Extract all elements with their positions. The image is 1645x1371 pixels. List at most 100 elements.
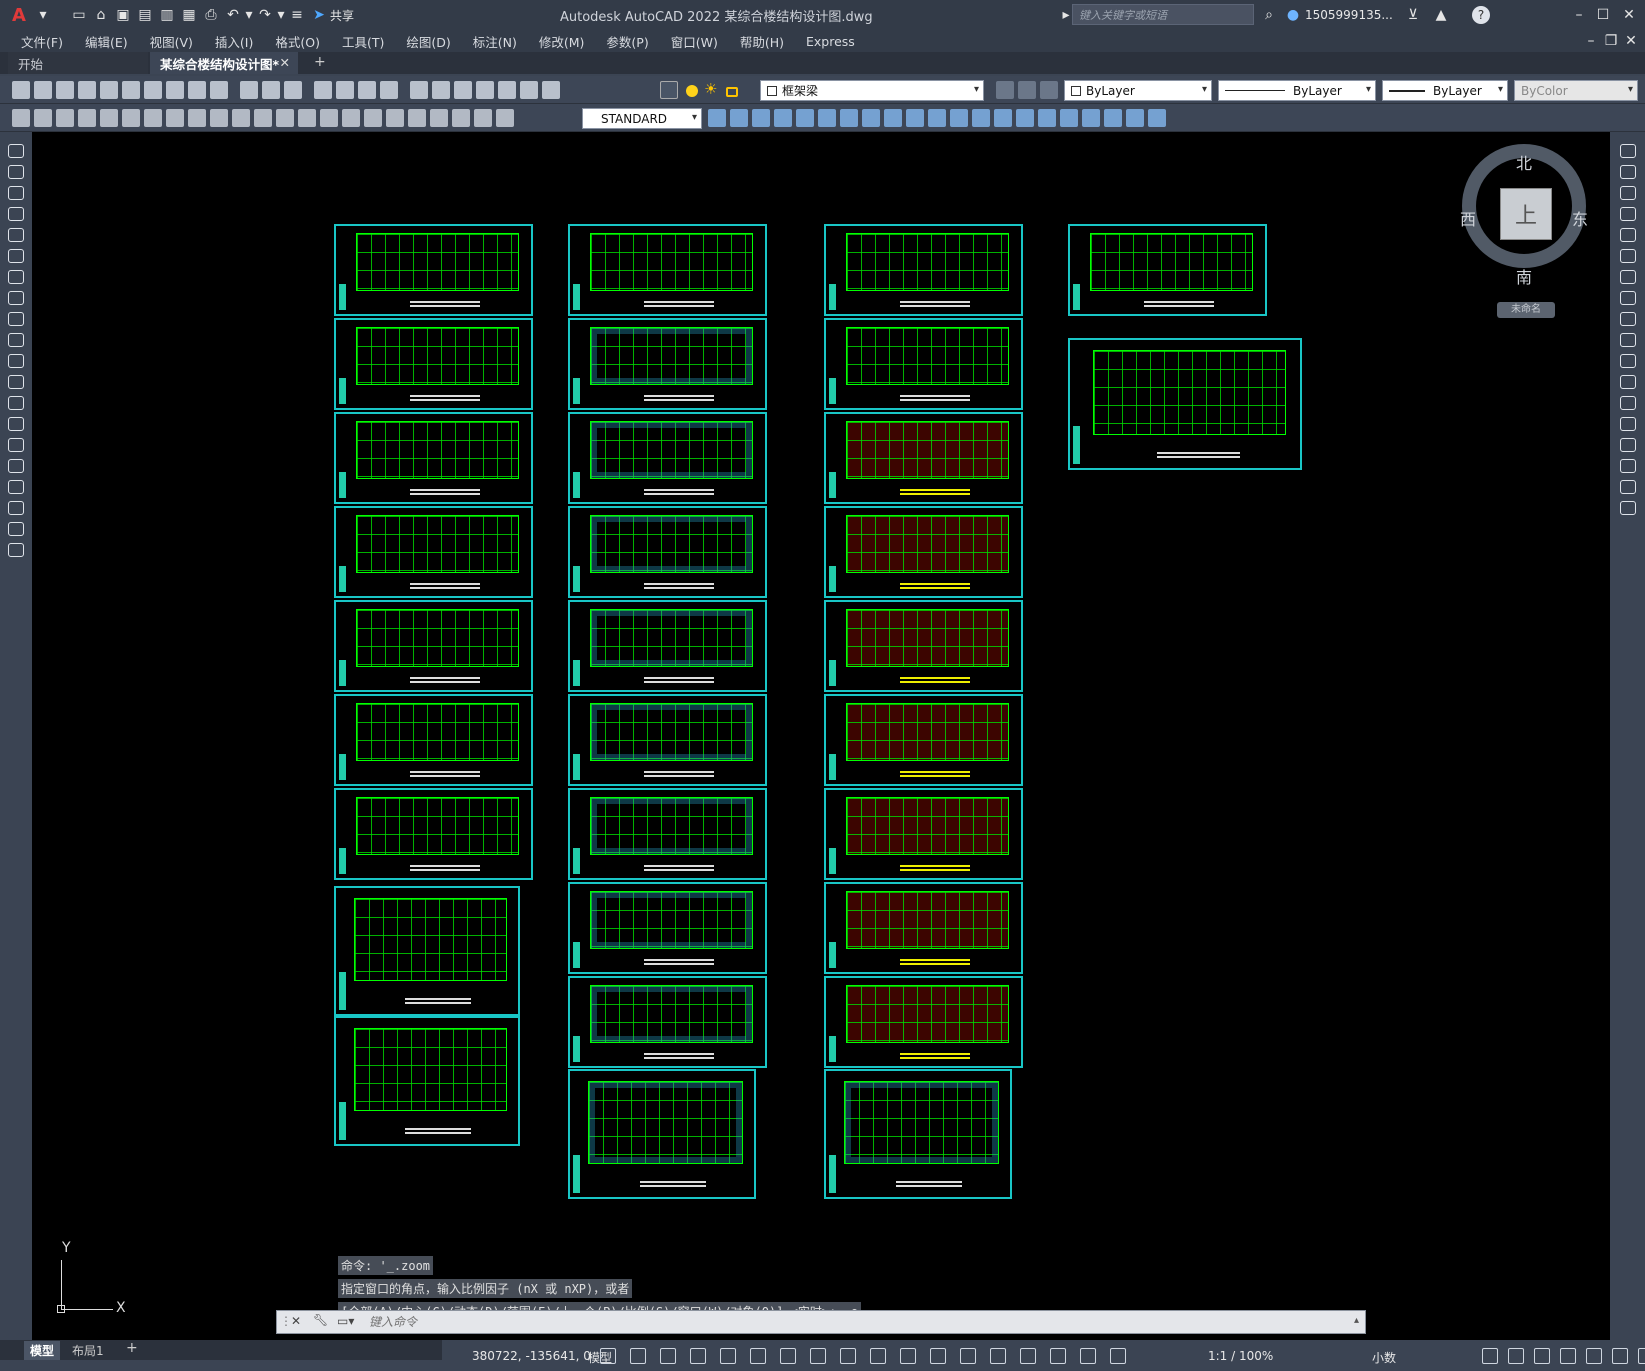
flatten-icon[interactable] — [972, 109, 990, 127]
continue-dim-icon[interactable] — [298, 109, 316, 127]
dim-update-icon[interactable] — [496, 109, 514, 127]
compass-west[interactable]: 西 — [1460, 206, 1476, 230]
color-select[interactable]: ByLayer ▾ — [1064, 80, 1212, 101]
menu-draw[interactable]: 绘图(D) — [395, 32, 461, 51]
add-selected-icon[interactable] — [8, 543, 24, 557]
recent-commands-icon[interactable]: ▭▾ — [337, 1314, 354, 1328]
doc-restore-icon[interactable]: ❐ — [1600, 30, 1622, 52]
3d-move-icon[interactable] — [1082, 109, 1100, 127]
cut-icon[interactable] — [166, 81, 184, 99]
print-icon[interactable]: ⎙ — [200, 4, 222, 26]
loft-icon[interactable] — [884, 109, 902, 127]
subtract-icon[interactable] — [774, 109, 792, 127]
spline-icon[interactable] — [8, 312, 24, 326]
dim-style-icon[interactable] — [708, 109, 726, 127]
arc-length-icon[interactable] — [122, 109, 140, 127]
stretch-icon[interactable] — [1620, 312, 1636, 326]
drawing-sheet[interactable] — [334, 1016, 520, 1146]
drawing-sheet[interactable] — [334, 224, 533, 316]
dim-text-edit-icon[interactable] — [474, 109, 492, 127]
drawing-sheet[interactable] — [568, 600, 767, 692]
arc-icon[interactable] — [8, 249, 24, 263]
undo-icon[interactable] — [262, 81, 280, 99]
extend-icon[interactable] — [1620, 354, 1636, 368]
dim-space-icon[interactable] — [320, 109, 338, 127]
plot-preview-icon[interactable] — [100, 81, 118, 99]
object-snap-tracking-icon[interactable] — [810, 1348, 826, 1364]
lock-ui-icon[interactable] — [1586, 1348, 1602, 1364]
command-history-toggle-icon[interactable]: ▴ — [1354, 1315, 1359, 1326]
zoom-realtime-icon[interactable] — [336, 81, 354, 99]
layer-freeze-icon[interactable]: ☀ — [704, 80, 722, 98]
drawing-sheet[interactable] — [334, 412, 533, 504]
drawing-sheet[interactable] — [334, 788, 533, 880]
sheet-set-icon[interactable] — [476, 81, 494, 99]
tab-start[interactable]: 开始 — [8, 52, 148, 74]
tolerance-icon[interactable] — [364, 109, 382, 127]
section-icon[interactable] — [950, 109, 968, 127]
add-layout-icon[interactable]: + — [126, 1340, 138, 1356]
drawing-sheet[interactable] — [568, 694, 767, 786]
auto-scale-icon[interactable] — [1110, 1348, 1126, 1364]
radius-dim-icon[interactable] — [166, 109, 184, 127]
jogged-dim-icon[interactable] — [188, 109, 206, 127]
units-icon[interactable] — [1534, 1348, 1550, 1364]
gizmo-icon[interactable] — [1050, 1348, 1066, 1364]
close-icon[interactable]: ✕ — [1618, 4, 1640, 26]
command-close-icon[interactable]: ✕ — [291, 1314, 301, 1328]
copy-object-icon[interactable] — [1620, 165, 1636, 179]
publish-icon[interactable] — [122, 81, 140, 99]
design-center-icon[interactable] — [432, 81, 450, 99]
tab-layout1[interactable]: 布局1 — [72, 1342, 104, 1359]
tab-close-icon[interactable]: ✕ — [280, 55, 290, 70]
compass-south[interactable]: 南 — [1516, 264, 1532, 288]
search-icon[interactable]: ⌕ — [1258, 4, 1280, 26]
graphics-performance-icon[interactable] — [1638, 1348, 1645, 1364]
shell-icon[interactable] — [994, 109, 1012, 127]
snap-icon[interactable] — [630, 1348, 646, 1364]
share-label[interactable]: 共享 — [330, 7, 354, 24]
hatch-icon[interactable] — [8, 438, 24, 452]
layer-match-icon[interactable] — [1040, 81, 1058, 99]
zoom-window-icon[interactable] — [358, 81, 376, 99]
user-name[interactable]: 1505999135... — [1305, 8, 1393, 22]
units-display[interactable]: 小数 — [1372, 1349, 1396, 1366]
new-icon[interactable] — [12, 81, 30, 99]
gradient-icon[interactable] — [8, 459, 24, 473]
pan-icon[interactable] — [314, 81, 332, 99]
3d-rotate-icon[interactable] — [1104, 109, 1122, 127]
drawing-sheet[interactable] — [334, 694, 533, 786]
annotation-monitor-icon[interactable] — [1508, 1348, 1524, 1364]
undo-dropdown-icon[interactable]: ▾ — [244, 4, 254, 26]
workspace-icon[interactable] — [1482, 1348, 1498, 1364]
presspull-icon[interactable] — [906, 109, 924, 127]
doc-close-icon[interactable]: ✕ — [1620, 30, 1642, 52]
menu-parametric[interactable]: 参数(P) — [595, 32, 659, 51]
tab-drawing[interactable]: 某综合楼结构设计图* ✕ — [150, 52, 298, 74]
new-icon[interactable]: ▭ — [68, 4, 90, 26]
layer-iso-icon[interactable] — [34, 109, 52, 127]
save-icon[interactable] — [56, 81, 74, 99]
cart-icon[interactable]: ⊻ — [1402, 4, 1424, 26]
isodraft-icon[interactable] — [780, 1348, 796, 1364]
insert-block-icon[interactable] — [8, 375, 24, 389]
angular-dim-icon[interactable] — [232, 109, 250, 127]
line-icon[interactable] — [8, 144, 24, 158]
3d-osnap-icon[interactable] — [960, 1348, 976, 1364]
compass-east[interactable]: 东 — [1572, 206, 1588, 230]
dim-edit-icon[interactable] — [452, 109, 470, 127]
polyline-icon[interactable] — [8, 186, 24, 200]
menu-insert[interactable]: 插入(I) — [204, 32, 264, 51]
lineweight-select[interactable]: ByLayer ▾ — [1382, 80, 1508, 101]
intersect-icon[interactable] — [796, 109, 814, 127]
menu-modify[interactable]: 修改(M) — [528, 32, 596, 51]
search-expand-icon[interactable]: ▸ — [1060, 4, 1072, 26]
multiline-text-icon[interactable] — [8, 522, 24, 536]
object-snap-icon[interactable] — [840, 1348, 856, 1364]
join-icon[interactable] — [1620, 417, 1636, 431]
match-properties-icon[interactable] — [240, 81, 258, 99]
construction-line-icon[interactable] — [8, 165, 24, 179]
drawing-sheet[interactable] — [568, 788, 767, 880]
diameter-dim-icon[interactable] — [210, 109, 228, 127]
quick-dim-icon[interactable] — [254, 109, 272, 127]
